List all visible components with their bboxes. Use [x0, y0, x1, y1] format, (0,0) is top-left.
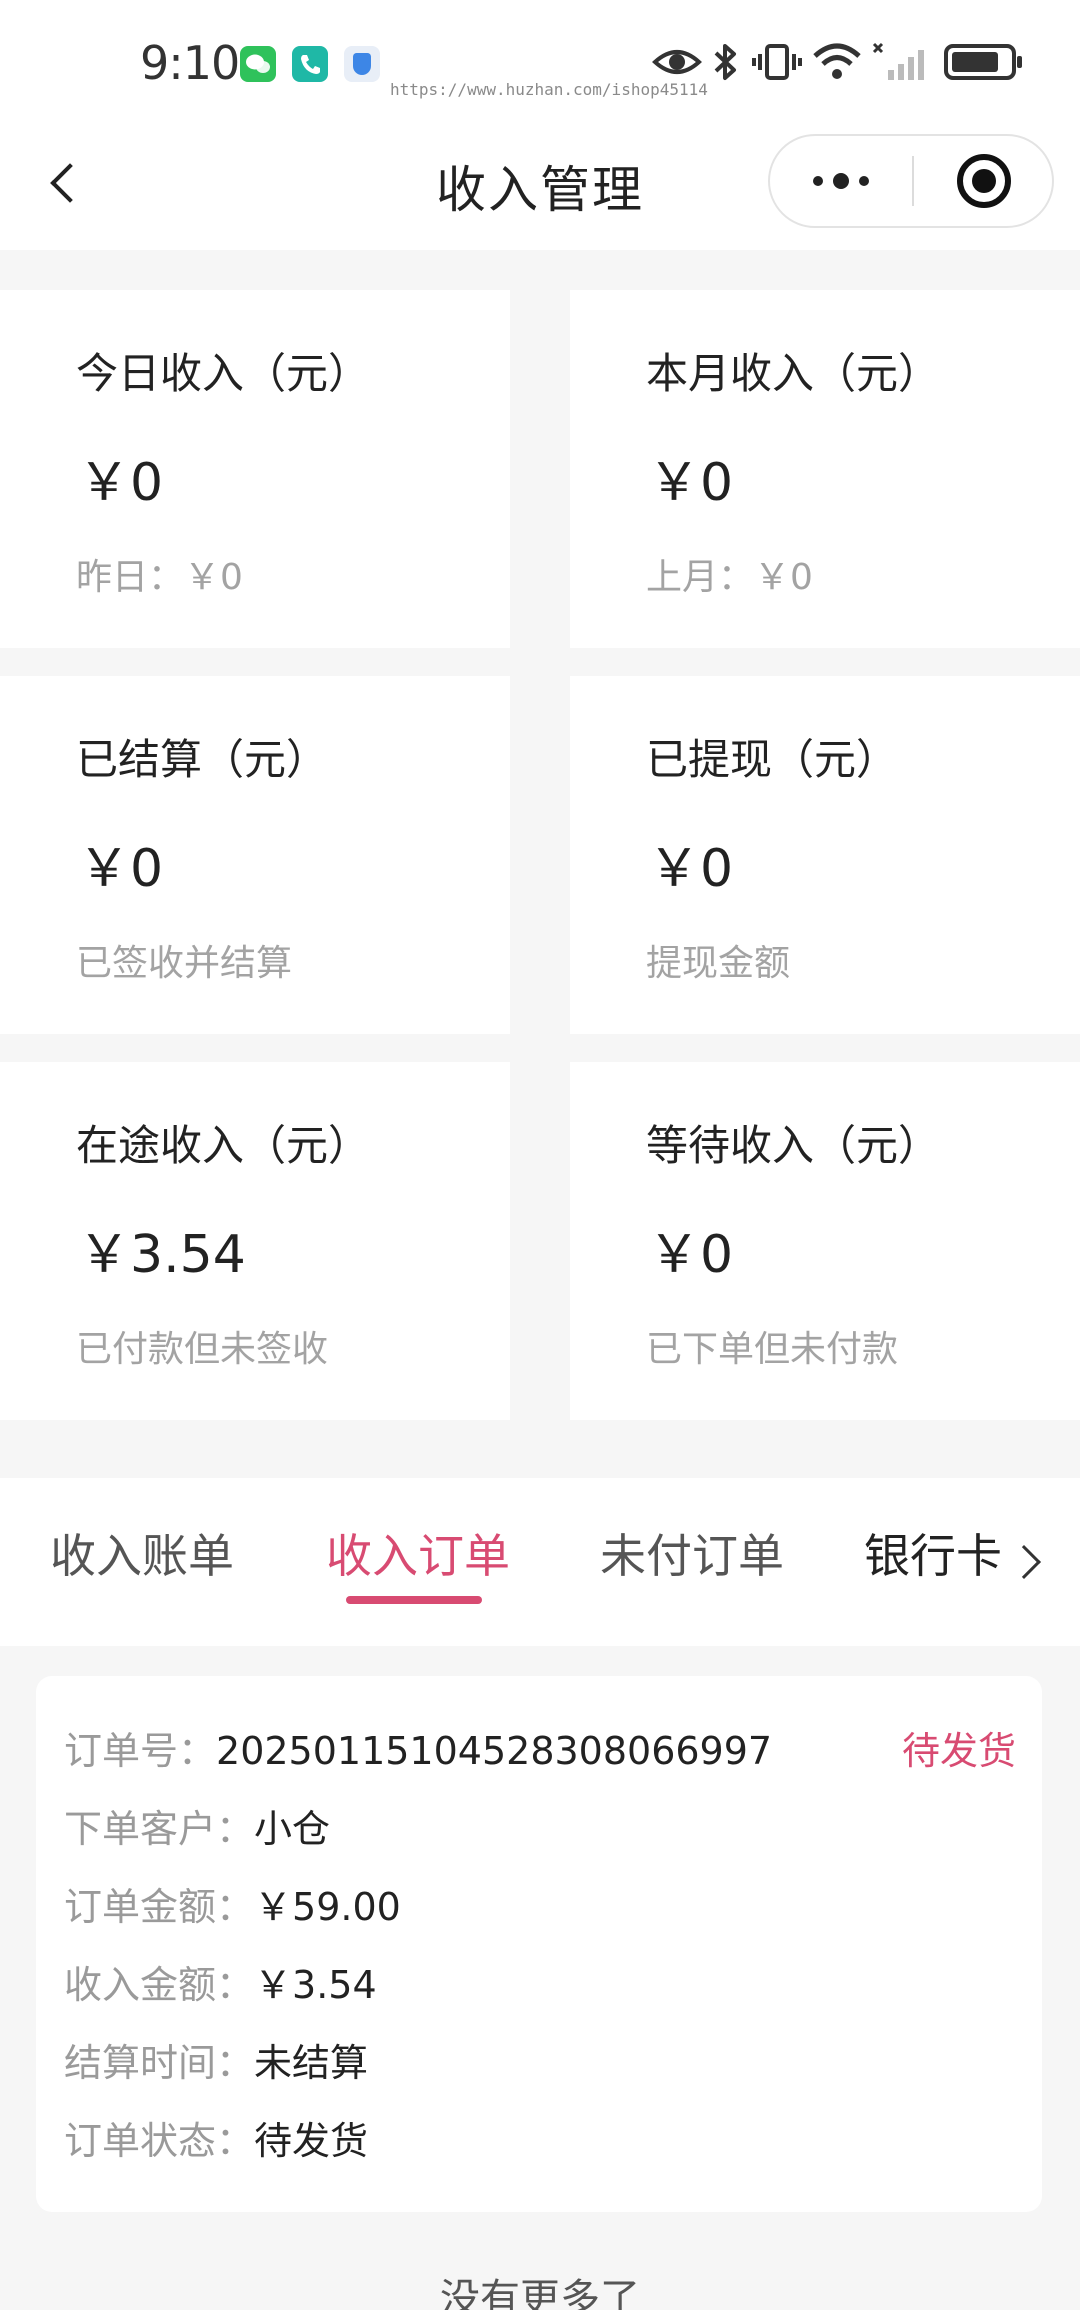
order-field-value: 小仓 — [254, 1807, 331, 1851]
stat-label: 已提现（元） — [646, 735, 899, 784]
stat-card-month: 本月收入（元） ￥0 上月：￥0 — [570, 290, 1080, 648]
tab-income-bill[interactable]: 收入账单 — [50, 1520, 234, 1586]
signal-icon — [872, 42, 924, 80]
status-bar: 9:10 https://www.huzhan.com/ishop45114 — [0, 0, 1080, 120]
nav-bar: 收入管理 — [0, 120, 1080, 250]
order-row-status: 订单状态：待发货 — [64, 2110, 368, 2165]
stat-card-pending: 等待收入（元） ￥0 已下单但未付款 — [570, 1062, 1080, 1420]
stat-value: ￥0 — [648, 1225, 734, 1285]
stat-sub: 已下单但未付款 — [646, 1329, 899, 1370]
eye-icon — [652, 50, 702, 74]
stat-sub: 已签收并结算 — [76, 943, 293, 984]
vibrate-icon — [752, 44, 802, 80]
order-row-amount: 订单金额：￥59.00 — [64, 1876, 401, 1931]
chevron-right-icon[interactable] — [1007, 1545, 1041, 1579]
more-icon[interactable] — [770, 136, 912, 226]
active-tab-indicator — [346, 1596, 482, 1604]
stat-sub: 已付款但未签收 — [76, 1329, 329, 1370]
stat-card-settled: 已结算（元） ￥0 已签收并结算 — [0, 676, 510, 1034]
income-management-screen: 9:10 https://www.huzhan.com/ishop45114 收… — [0, 0, 1080, 2310]
order-field-value: ￥3.54 — [254, 1963, 377, 2007]
watermark-url: https://www.huzhan.com/ishop45114 — [390, 80, 708, 99]
tab-bank-card[interactable]: 银行卡 — [864, 1520, 1002, 1586]
income-tabs: 收入账单 收入订单 未付订单 银行卡 — [0, 1478, 1080, 1646]
shield-icon — [344, 46, 380, 82]
stat-value: ￥0 — [78, 839, 164, 899]
wechat-icon — [240, 46, 276, 82]
stat-card-today: 今日收入（元） ￥0 昨日：￥0 — [0, 290, 510, 648]
order-row-customer: 下单客户：小仓 — [64, 1798, 330, 1853]
order-field-label: 下单客户： — [64, 1807, 255, 1851]
stat-value: ￥0 — [78, 453, 164, 513]
mini-program-capsule — [768, 134, 1054, 228]
order-status-badge: 待发货 — [901, 1729, 1016, 1773]
stat-sub: 提现金额 — [646, 943, 791, 984]
battery-icon — [944, 44, 1022, 80]
order-row-income: 收入金额：￥3.54 — [64, 1954, 377, 2009]
order-card[interactable]: 待发货 订单号：20250115104528308066997 下单客户：小仓 … — [36, 1676, 1042, 2212]
stat-value: ￥0 — [648, 839, 734, 899]
list-end-text: 没有更多了 — [440, 2276, 640, 2310]
order-row-number: 订单号：20250115104528308066997 — [64, 1720, 772, 1775]
order-field-label: 订单金额： — [64, 1885, 255, 1929]
stat-label: 等待收入（元） — [646, 1121, 941, 1170]
order-field-value: 20250115104528308066997 — [216, 1729, 773, 1773]
order-row-settle-time: 结算时间：未结算 — [64, 2032, 368, 2087]
order-field-label: 订单号： — [64, 1729, 217, 1773]
tab-income-orders[interactable]: 收入订单 — [326, 1520, 510, 1586]
stat-label: 在途收入（元） — [76, 1121, 371, 1170]
stat-value: ￥3.54 — [78, 1225, 246, 1285]
stat-label: 本月收入（元） — [646, 349, 941, 398]
order-field-value: ￥59.00 — [254, 1885, 401, 1929]
bluetooth-icon — [714, 44, 736, 80]
status-time: 9:10 — [140, 36, 240, 90]
target-icon[interactable] — [914, 136, 1054, 226]
wifi-icon — [813, 43, 861, 79]
stat-sub: 昨日：￥0 — [76, 557, 243, 598]
stat-label: 今日收入（元） — [76, 349, 371, 398]
stat-card-withdrawn: 已提现（元） ￥0 提现金额 — [570, 676, 1080, 1034]
order-field-label: 结算时间： — [64, 2041, 255, 2085]
tab-unpaid-orders[interactable]: 未付订单 — [600, 1520, 784, 1586]
order-field-value: 待发货 — [254, 2119, 369, 2163]
stat-label: 已结算（元） — [76, 735, 329, 784]
stat-card-in-transit: 在途收入（元） ￥3.54 已付款但未签收 — [0, 1062, 510, 1420]
phone-icon — [292, 46, 328, 82]
stat-sub: 上月：￥0 — [646, 557, 813, 598]
order-field-label: 收入金额： — [64, 1963, 255, 2007]
order-field-label: 订单状态： — [64, 2119, 255, 2163]
order-field-value: 未结算 — [254, 2041, 369, 2085]
stat-value: ￥0 — [648, 453, 734, 513]
